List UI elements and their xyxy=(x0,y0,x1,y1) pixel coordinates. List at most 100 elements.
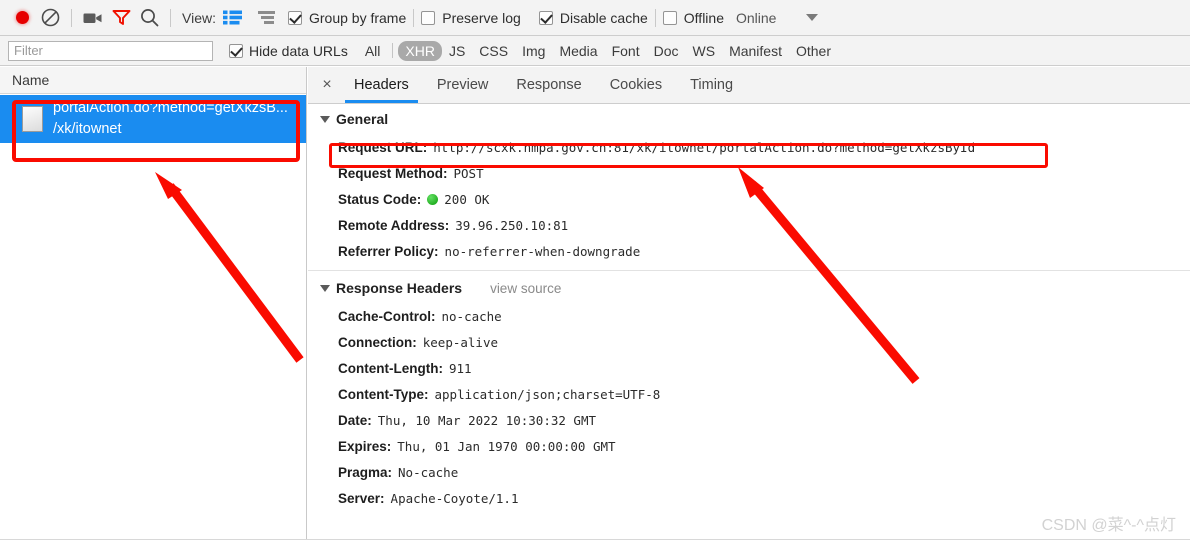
list-view-icon[interactable] xyxy=(222,7,244,29)
tab-response[interactable]: Response xyxy=(502,67,595,103)
hide-data-urls-checkbox-box xyxy=(229,43,243,58)
record-button[interactable] xyxy=(8,4,36,32)
row-referrer-policy: Referrer Policy: no-referrer-when-downgr… xyxy=(338,238,1190,264)
filter-input[interactable] xyxy=(8,40,213,61)
search-button[interactable] xyxy=(135,4,163,32)
response-headers-section-header[interactable]: Response Headers view source xyxy=(308,273,1190,303)
view-label: View: xyxy=(182,9,216,26)
row-content-length-key: Content-Length: xyxy=(338,360,443,376)
general-section-title: General xyxy=(336,111,389,127)
row-status-code: Status Code: 200 OK xyxy=(338,186,1190,212)
hide-data-urls-checkbox[interactable]: Hide data URLs xyxy=(229,43,348,59)
magnifier-icon xyxy=(140,9,158,27)
preserve-log-checkbox-box xyxy=(421,10,436,25)
resource-type-filters: All XHR JS CSS Img Media Font Doc WS Man… xyxy=(358,40,838,61)
offline-checkbox[interactable]: Offline xyxy=(662,9,724,26)
row-pragma-key: Pragma: xyxy=(338,464,393,480)
group-by-frame-checkbox[interactable]: Group by frame xyxy=(287,9,407,26)
row-request-method: Request Method: POST xyxy=(338,160,1190,186)
hide-data-urls-label: Hide data URLs xyxy=(249,42,348,59)
record-dot-icon xyxy=(15,11,29,24)
general-rows: Request URL: http://scxk.nmpa.gov.cn:81/… xyxy=(308,134,1190,264)
row-connection-value: keep-alive xyxy=(422,334,499,350)
type-filter-divider xyxy=(392,43,394,58)
group-by-frame-checkbox-box xyxy=(287,10,302,25)
network-toolbar: View: Group by frame Preserve log Disabl… xyxy=(0,0,1190,36)
disable-cache-checkbox[interactable]: Disable cache xyxy=(538,10,648,26)
row-remote-address: Remote Address: 39.96.250.10:81 xyxy=(338,212,1190,238)
row-content-length: Content-Length: 911 xyxy=(338,355,1190,381)
row-remote-address-key: Remote Address: xyxy=(338,217,450,233)
type-filter-manifest[interactable]: Manifest xyxy=(722,41,789,61)
row-expires-key: Expires: xyxy=(338,438,392,454)
type-filter-xhr[interactable]: XHR xyxy=(398,40,442,61)
request-name: portalAction.do?method=getXkzsB... /xk/i… xyxy=(53,98,288,140)
request-list-header: Name xyxy=(0,67,306,94)
row-content-length-value: 911 xyxy=(448,360,472,376)
type-filter-all[interactable]: All xyxy=(358,41,388,61)
view-source-link[interactable]: view source xyxy=(490,281,561,296)
row-server-value: Apache-Coyote/1.1 xyxy=(390,490,519,506)
waterfall-view-icon[interactable] xyxy=(256,7,278,29)
row-server: Server: Apache-Coyote/1.1 xyxy=(338,485,1190,511)
camera-icon xyxy=(83,13,102,23)
throttling-select[interactable]: Online xyxy=(736,10,776,26)
toolbar-divider-2 xyxy=(170,8,171,27)
offline-label: Offline xyxy=(683,9,724,26)
headers-content: General Request URL: http://scxk.nmpa.go… xyxy=(308,104,1190,511)
filter-button[interactable] xyxy=(107,4,135,32)
row-cache-control: Cache-Control: no-cache xyxy=(338,303,1190,329)
response-headers-section-title: Response Headers xyxy=(336,280,463,296)
type-filter-doc[interactable]: Doc xyxy=(647,41,686,61)
request-detail-panel: × Headers Preview Response Cookies Timin… xyxy=(308,67,1190,543)
row-date: Date: Thu, 10 Mar 2022 10:30:32 GMT xyxy=(338,407,1190,433)
type-filter-media[interactable]: Media xyxy=(552,41,604,61)
row-status-code-value: 200 OK xyxy=(444,191,490,207)
type-filter-img[interactable]: Img xyxy=(515,41,552,61)
list-item[interactable]: portalAction.do?method=getXkzsB... /xk/i… xyxy=(0,95,306,143)
general-section-header[interactable]: General xyxy=(308,104,1190,134)
detail-tabbar: × Headers Preview Response Cookies Timin… xyxy=(308,67,1190,104)
status-ok-icon xyxy=(427,193,439,205)
triangle-down-icon[interactable] xyxy=(320,115,330,123)
row-date-key: Date: xyxy=(338,412,372,428)
row-referrer-policy-key: Referrer Policy: xyxy=(338,243,439,259)
type-filter-other[interactable]: Other xyxy=(789,41,838,61)
row-referrer-policy-value: no-referrer-when-downgrade xyxy=(444,243,641,259)
row-cache-control-key: Cache-Control: xyxy=(338,308,436,324)
row-request-method-key: Request Method: xyxy=(338,165,448,181)
row-expires-value: Thu, 01 Jan 1970 00:00:00 GMT xyxy=(397,438,616,454)
toolbar-divider-4 xyxy=(654,8,656,27)
clear-button[interactable] xyxy=(36,4,64,32)
toolbar-divider-1 xyxy=(71,8,72,27)
chevron-down-icon[interactable] xyxy=(806,14,819,21)
type-filter-ws[interactable]: WS xyxy=(686,41,723,61)
offline-checkbox-box xyxy=(662,10,677,25)
bottom-strip xyxy=(0,539,1190,543)
funnel-icon xyxy=(112,10,130,25)
row-content-type-key: Content-Type: xyxy=(338,386,429,402)
group-by-frame-label: Group by frame xyxy=(308,9,407,26)
screenshot-capture-button[interactable] xyxy=(79,4,107,32)
type-filter-font[interactable]: Font xyxy=(605,41,647,61)
row-pragma: Pragma: No-cache xyxy=(338,459,1190,485)
row-content-type: Content-Type: application/json;charset=U… xyxy=(338,381,1190,407)
close-icon[interactable]: × xyxy=(314,72,340,98)
toolbar-divider-3 xyxy=(413,8,415,27)
row-status-code-key: Status Code: xyxy=(338,191,422,207)
tab-timing[interactable]: Timing xyxy=(676,67,747,103)
row-expires: Expires: Thu, 01 Jan 1970 00:00:00 GMT xyxy=(338,433,1190,459)
type-filter-css[interactable]: CSS xyxy=(472,41,515,61)
preserve-log-checkbox[interactable]: Preserve log xyxy=(421,10,521,26)
tab-preview[interactable]: Preview xyxy=(423,67,503,103)
filter-bar: Hide data URLs All XHR JS CSS Img Media … xyxy=(0,36,1190,66)
row-request-url: Request URL: http://scxk.nmpa.gov.cn:81/… xyxy=(338,134,1190,160)
tab-cookies[interactable]: Cookies xyxy=(596,67,676,103)
document-icon xyxy=(22,106,43,132)
triangle-down-icon[interactable] xyxy=(320,284,330,292)
row-connection-key: Connection: xyxy=(338,334,417,350)
row-cache-control-value: no-cache xyxy=(441,308,502,324)
preserve-log-label: Preserve log xyxy=(442,9,521,26)
tab-headers[interactable]: Headers xyxy=(340,67,423,103)
type-filter-js[interactable]: JS xyxy=(442,41,472,61)
